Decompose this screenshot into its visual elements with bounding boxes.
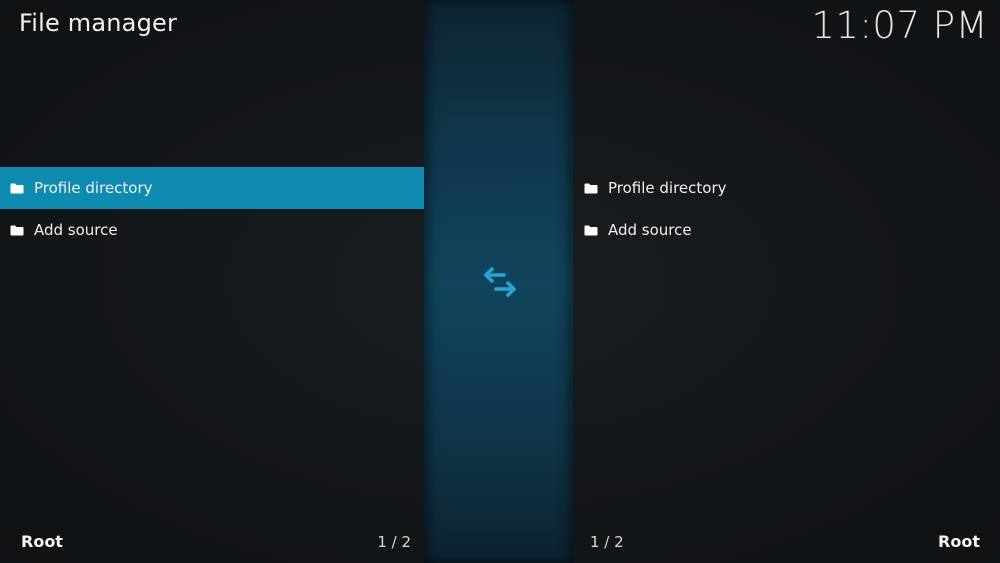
left-pane-path: Root — [21, 532, 63, 551]
list-item-label: Profile directory — [34, 179, 153, 197]
folder-icon — [584, 225, 598, 235]
right-pane-count: 1 / 2 — [590, 533, 624, 551]
right-item-profile-directory[interactable]: Profile directory — [573, 167, 1000, 209]
list-item-label: Add source — [34, 221, 118, 239]
swap-arrows-icon[interactable] — [482, 266, 518, 298]
right-pane: Profile directory Add source 1 / 2 Root — [573, 0, 1000, 563]
left-item-add-source[interactable]: Add source — [0, 209, 424, 251]
left-pane: Profile directory Add source Root 1 / 2 — [0, 0, 424, 563]
left-pane-count: 1 / 2 — [377, 533, 411, 551]
right-item-add-source[interactable]: Add source — [573, 209, 1000, 251]
right-pane-path: Root — [938, 532, 980, 551]
folder-icon — [10, 183, 24, 193]
file-manager-window: File manager 11:07 PM Profile directory … — [0, 0, 1000, 563]
list-item-label: Profile directory — [608, 179, 727, 197]
list-item-label: Add source — [608, 221, 692, 239]
left-item-profile-directory[interactable]: Profile directory — [0, 167, 424, 209]
folder-icon — [10, 225, 24, 235]
folder-icon — [584, 183, 598, 193]
